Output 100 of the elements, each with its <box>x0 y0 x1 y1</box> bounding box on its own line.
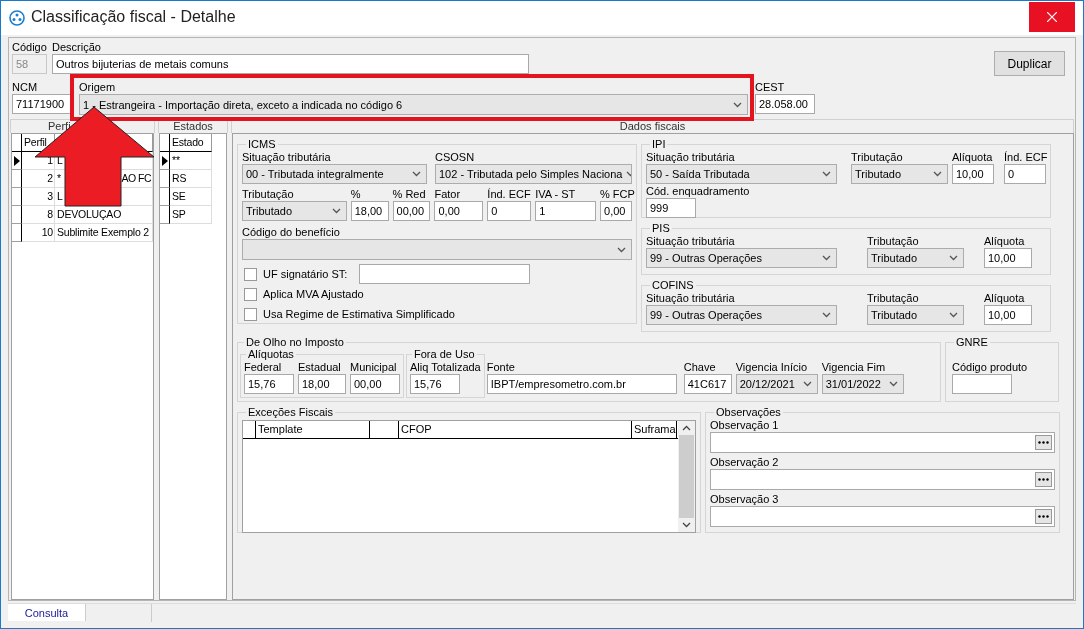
dropdown[interactable]: 102 - Tributada pelo Simples Naciona <box>435 164 632 184</box>
text-field[interactable]: 10,00 <box>984 305 1032 325</box>
chevron-down-icon <box>949 255 958 261</box>
text-field[interactable]: 0 <box>487 201 532 221</box>
field-label: Federal <box>244 360 283 374</box>
text-field[interactable]: 15,76 <box>410 374 460 394</box>
field-label: Situação tributária <box>646 234 736 248</box>
dropdown[interactable]: 00 - Tributada integralmente <box>242 164 427 184</box>
text-field[interactable]: 15,76 <box>244 374 294 394</box>
text-field[interactable]: 00,00 <box>350 374 400 394</box>
text-field[interactable]: 18,00 <box>350 201 389 221</box>
dropdown[interactable]: Tributado <box>242 201 347 221</box>
table-cell: ** <box>170 152 212 170</box>
dropdown[interactable]: 31/01/2022 <box>821 374 904 394</box>
column-header: Suframa <box>632 421 677 438</box>
table-cell: RS <box>170 170 212 188</box>
field-label: Observação 1 <box>710 418 780 432</box>
field-label: Código produto <box>952 360 1028 374</box>
field-label: Código <box>12 40 47 54</box>
dropdown[interactable]: 99 - Outras Operações <box>646 248 837 268</box>
field-label: Aliq Totalizada <box>410 360 481 374</box>
field-label: Tributação <box>867 291 920 305</box>
browse-button[interactable] <box>1035 472 1052 487</box>
tab[interactable]: Consulta <box>8 604 86 621</box>
dropdown[interactable]: Tributado <box>851 164 948 184</box>
browse-button[interactable] <box>1035 509 1052 524</box>
checkbox[interactable] <box>244 267 257 281</box>
text-field[interactable] <box>710 506 1055 527</box>
field-label: Origem <box>79 80 117 94</box>
dropdown[interactable]: 1 - Estrangeira - Importação direta, exceto a indicada no código 6 <box>79 94 748 115</box>
text-field[interactable] <box>952 374 1012 394</box>
field-label: Observação 2 <box>710 455 780 469</box>
group-title: Exceções Fiscais <box>247 406 334 418</box>
field-label: Alíquota <box>984 291 1026 305</box>
group-title: COFINS <box>651 279 695 291</box>
text-field[interactable]: 41C617 <box>683 374 732 394</box>
text-field[interactable]: Outros bijuterias de metais comuns <box>52 54 529 74</box>
field-label: IVA - ST <box>535 187 577 201</box>
field-label: Estadual <box>298 360 342 374</box>
text-field[interactable] <box>359 264 531 284</box>
chevron-down-icon <box>802 381 812 387</box>
dropdown[interactable]: 50 - Saída Tributada <box>646 164 837 184</box>
chevron-down-icon <box>822 171 831 177</box>
text-field[interactable] <box>710 432 1055 453</box>
text-field[interactable]: 10,00 <box>984 248 1032 268</box>
dropdown[interactable]: Tributado <box>867 248 964 268</box>
text-field[interactable]: 1 <box>535 201 596 221</box>
duplicate-button[interactable]: Duplicar <box>994 51 1065 76</box>
table-cell-text: Sublimite Exemplo 2 <box>57 225 149 240</box>
dropdown[interactable]: 99 - Outras Operações <box>646 305 837 325</box>
scroll-up-icon[interactable] <box>682 425 691 431</box>
group-title: De Olho no Imposto <box>245 336 345 348</box>
chevron-down-icon <box>822 255 831 261</box>
group-title: GNRE <box>955 336 989 348</box>
text-field[interactable]: 18,00 <box>298 374 346 394</box>
text-field[interactable]: IBPT/empresometro.com.br <box>486 374 677 394</box>
checkbox-label: Usa Regime de Estimativa Simplificado <box>263 308 455 320</box>
field-label: CSOSN <box>435 150 476 164</box>
checkbox[interactable] <box>244 307 257 321</box>
field-label: Cód. enquadramento <box>646 184 751 198</box>
text-field[interactable]: 10,00 <box>952 164 994 184</box>
column-header: CFOP <box>399 421 632 438</box>
dropdown[interactable]: 20/12/2021 <box>735 374 818 394</box>
text-field[interactable]: 0 <box>1004 164 1046 184</box>
field-label: Alíquota <box>984 234 1026 248</box>
ellipsis-icon <box>1038 515 1049 518</box>
table-cell: 8 <box>22 206 55 224</box>
close-button[interactable] <box>1029 2 1075 32</box>
group-title: Alíquotas <box>247 348 295 360</box>
chevron-down-icon <box>949 312 958 318</box>
field-label: Alíquota <box>952 150 994 164</box>
scrollbar[interactable] <box>678 421 695 532</box>
chevron-down-icon <box>822 312 831 318</box>
dropdown[interactable]: Tributado <box>867 305 964 325</box>
scroll-down-icon[interactable] <box>682 522 691 528</box>
table-cell: 3 <box>22 188 55 206</box>
table-cell-text: * <box>57 171 61 186</box>
checkbox[interactable] <box>244 287 257 301</box>
dropdown[interactable] <box>242 239 632 260</box>
group-title: PIS <box>651 222 671 234</box>
field-label: Situação tributária <box>646 150 736 164</box>
browse-button[interactable] <box>1035 435 1052 450</box>
field-label: Observação 3 <box>710 492 780 506</box>
group-title: Observações <box>715 406 782 418</box>
panel-title: Perfi <box>48 120 71 132</box>
field-label: Tributação <box>851 150 904 164</box>
app-icon <box>9 10 25 26</box>
field-label: Descrição <box>52 40 102 54</box>
field-label: Chave <box>683 360 717 374</box>
field-label: % <box>350 187 362 201</box>
field-label: Fonte <box>486 360 516 374</box>
window-title: Classificação fiscal - Detalhe <box>31 8 236 26</box>
text-field[interactable]: 999 <box>646 198 696 218</box>
text-field[interactable]: 0,00 <box>434 201 484 221</box>
text-field[interactable]: 28.058.00 <box>755 94 815 114</box>
chevron-down-icon <box>412 171 421 177</box>
text-field[interactable]: 00,00 <box>392 201 431 221</box>
text-field[interactable]: 0,00 <box>600 201 632 221</box>
panel-title: Dados fiscais <box>619 120 686 132</box>
text-field[interactable] <box>710 469 1055 490</box>
